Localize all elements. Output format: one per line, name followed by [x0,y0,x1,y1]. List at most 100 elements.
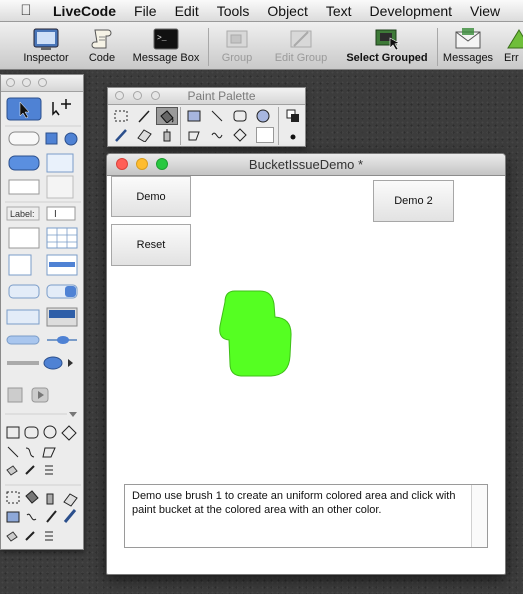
option-menu-tool-icon[interactable] [8,284,40,299]
little-arrows-tool-icon[interactable] [43,356,63,370]
close-dot-icon[interactable] [6,78,15,87]
polygon-graphic-tool-icon[interactable] [42,447,56,458]
bucket-paint-tool-icon[interactable] [156,107,178,125]
menu-tools[interactable]: Tools [208,0,259,21]
description-text: Demo use brush 1 to create an uniform co… [132,490,456,516]
regular-polygon-paint-tool-icon[interactable] [229,126,251,144]
button-tool-icon[interactable] [8,131,40,146]
rectangle-paint-tool-icon[interactable] [183,107,205,125]
zoom-dot-icon[interactable] [38,78,47,87]
message-box-button[interactable]: >_ Message Box [128,26,204,65]
curve-paint-tool-icon[interactable] [206,126,228,144]
minimize-dot-icon[interactable] [22,78,31,87]
group-icon [216,26,258,52]
scrollbar-list-tool-icon[interactable] [8,254,32,276]
zoom-button[interactable] [156,158,168,170]
menu-text[interactable]: Text [317,0,361,21]
eraser-paint-tool-icon[interactable] [133,126,155,144]
line-color-dropdown-icon[interactable] [25,465,35,475]
minimize-button[interactable] [136,158,148,170]
menu-edit[interactable]: Edit [166,0,208,21]
oval-paint-tool-icon[interactable] [252,107,274,125]
spray-paint-tool-icon[interactable] [156,126,178,144]
select-paint-tool-icon[interactable] [6,491,20,504]
line-paint-tool-icon[interactable] [206,107,228,125]
group-button[interactable]: Group [216,26,258,65]
color-swap-icon[interactable] [282,107,304,125]
brush-paint-tool-icon[interactable] [110,126,132,144]
inspector-icon [18,26,74,52]
menu-view[interactable]: View [461,0,509,21]
select-paint-tool-icon[interactable] [110,107,132,125]
errors-button[interactable]: Err [504,26,523,65]
regular-polygon-graphic-tool-icon[interactable] [61,425,77,441]
rounded-rectangle-paint-tool-icon[interactable] [229,107,251,125]
tab-panel-tool-icon[interactable] [46,153,74,173]
line-graphic-tool-icon[interactable] [7,446,19,458]
curve-paint-tool-icon[interactable] [26,513,37,521]
paint-palette-divider [180,107,181,145]
field-tool-icon[interactable] [8,179,40,195]
rounded-rectangle-graphic-tool-icon[interactable] [24,426,39,439]
edit-group-button[interactable]: Edit Group [268,26,334,65]
select-grouped-button[interactable]: Select Grouped [340,26,434,65]
painted-area-image[interactable] [213,284,293,384]
close-button[interactable] [116,158,128,170]
brush-paint-tool-icon[interactable] [63,509,77,523]
eraser-paint-tool-icon[interactable] [63,493,78,507]
apple-menu-icon[interactable]:  [16,0,36,21]
zoom-dot-icon[interactable] [151,91,160,100]
inspector-button[interactable]: Inspector [18,26,74,65]
bucket-paint-tool-icon[interactable] [25,490,39,504]
green-painted-blob[interactable] [219,290,292,377]
code-label: Code [88,52,116,64]
description-field[interactable]: Demo use brush 1 to create an uniform co… [124,484,488,548]
current-color-swatch[interactable] [256,127,274,143]
text-field-tool-icon[interactable] [46,206,76,221]
rectangle-graphic-tool-icon[interactable] [6,426,20,439]
messages-button[interactable]: Messages [440,26,496,65]
description-scrollbar[interactable] [471,485,487,547]
curve-graphic-tool-icon[interactable] [25,447,35,458]
progress-bar-tool-icon[interactable] [6,335,40,345]
code-button[interactable]: Code [84,26,120,65]
combo-box-tool-icon[interactable] [6,309,40,325]
stack-window: BucketIssueDemo * Demo Reset Demo 2 Demo… [106,153,506,575]
menu-development[interactable]: Development [361,0,462,21]
table-tool-icon[interactable] [46,227,78,249]
image-tool-icon[interactable] [7,387,23,403]
paint-palette-titlebar[interactable]: Paint Palette [108,88,305,105]
stack-window-titlebar[interactable]: BucketIssueDemo * [107,154,505,176]
paint-line-color-dropdown-icon[interactable] [25,531,35,541]
text-cursor-glyph: I [54,209,57,220]
polygon-paint-tool-icon[interactable] [183,126,205,144]
reset-button[interactable]: Reset [111,224,191,266]
graphics-collapse-icon[interactable] [69,412,77,417]
stack-window-title: BucketIssueDemo * [248,157,364,172]
demo-button[interactable]: Demo [111,176,191,217]
default-button-tool-icon[interactable] [8,155,40,171]
pencil-paint-tool-icon[interactable] [133,107,155,125]
paint-fill-color-dropdown-icon[interactable] [6,531,18,542]
menu-object[interactable]: Object [258,0,316,21]
line-size-dropdown-icon[interactable] [45,465,53,475]
minimize-dot-icon[interactable] [133,91,142,100]
pencil-paint-tool-icon[interactable] [46,510,57,523]
radio-tool-icon[interactable] [64,132,78,146]
brush-size-icon[interactable] [282,126,304,144]
tools-palette-titlebar[interactable] [1,75,83,92]
scrolling-field-tool-icon[interactable] [46,175,74,199]
checkbox-tool-icon[interactable] [45,132,58,145]
oval-graphic-tool-icon[interactable] [43,425,57,439]
menu-file[interactable]: File [125,0,166,21]
demo-2-button[interactable]: Demo 2 [373,180,454,222]
browse-tool-icon[interactable] [6,97,42,121]
paint-line-size-dropdown-icon[interactable] [45,531,53,541]
menu-app-name[interactable]: LiveCode [53,0,125,21]
list-tool-icon[interactable] [8,227,40,249]
spray-paint-tool-icon[interactable] [46,493,54,505]
rectangle-paint-tool-icon[interactable] [6,511,20,523]
close-dot-icon[interactable] [115,91,124,100]
pointer-tool-icon[interactable] [52,99,71,116]
fill-color-dropdown-icon[interactable] [6,465,18,476]
